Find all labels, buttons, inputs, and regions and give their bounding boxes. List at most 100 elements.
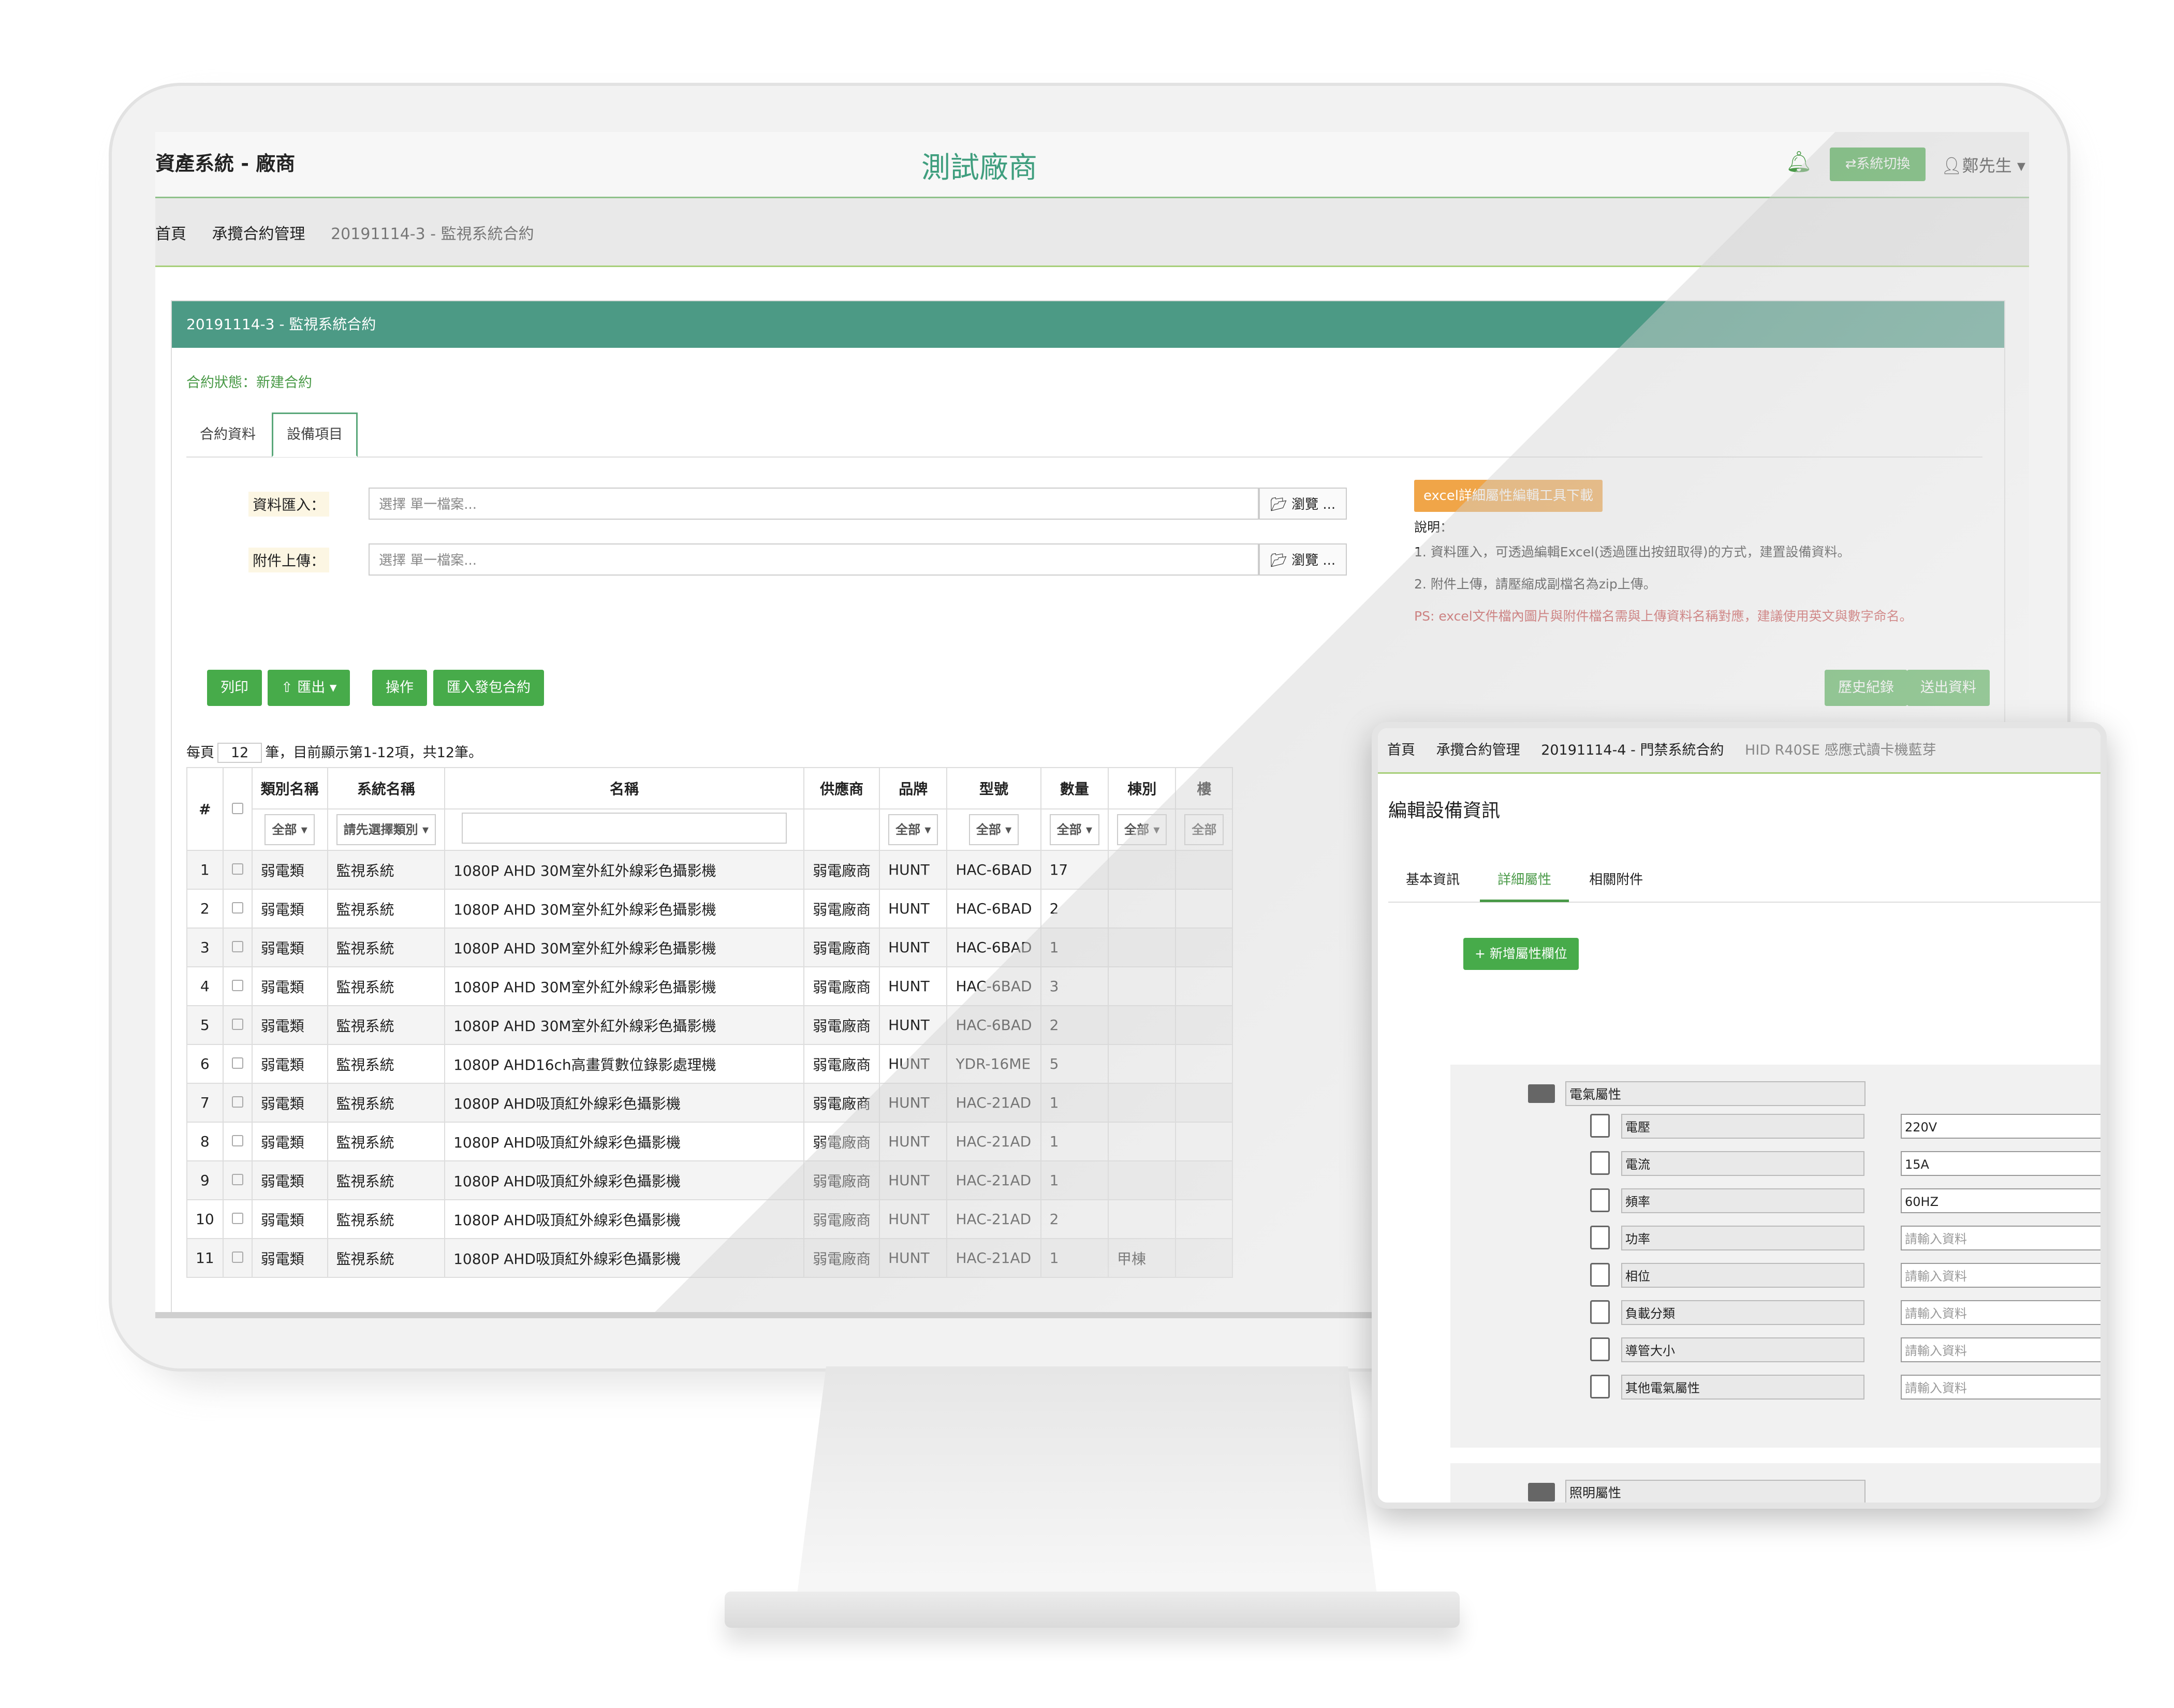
attribute-value-field[interactable]: 請輸入資料 — [1901, 1375, 2100, 1400]
table-row[interactable]: 1 弱電類 監視系統 1080P AHD 30M室外紅外線彩色攝影機 弱電廠商 HUNT H… — [186, 850, 1233, 890]
table-row[interactable]: 11 弱電類 監視系統 1080P AHD吸頂紅外線彩色攝影機 弱電廠商 HUNT HAC-… — [186, 1238, 1233, 1278]
attach-browse-button[interactable]: 📂︎ 瀏覽 ... — [1259, 543, 1347, 576]
cell-system: 監視系統 — [327, 1083, 446, 1123]
cell-select — [222, 889, 253, 929]
cell-floor — [1175, 927, 1233, 967]
overlay-breadcrumb-contracts[interactable]: 承攬合約管理 — [1436, 742, 1520, 758]
attribute-name-field[interactable]: 導管大小 — [1621, 1337, 1864, 1362]
row-checkbox[interactable] — [231, 1096, 243, 1108]
import-browse-button[interactable]: 📂︎ 瀏覽 ... — [1259, 488, 1347, 520]
attribute-name-field[interactable]: 負載分類 — [1621, 1300, 1864, 1325]
attribute-name-field[interactable]: 電流 — [1621, 1151, 1864, 1176]
export-button[interactable]: ⇧ 匯出 ▾ — [268, 670, 350, 706]
col-category[interactable]: 類別名稱 — [251, 767, 328, 809]
col-model[interactable]: 型號 — [946, 767, 1041, 809]
building-filter[interactable]: 全部 ▾ — [1117, 814, 1167, 845]
floor-filter[interactable]: 全部 — [1184, 814, 1224, 845]
attach-file-input[interactable]: 選擇 單一檔案... — [369, 543, 1259, 576]
table-row[interactable]: 7 弱電類 監視系統 1080P AHD吸頂紅外線彩色攝影機 弱電廠商 HUNT HAC-2… — [186, 1083, 1233, 1123]
tab-detail-attrs[interactable]: 詳細屬性 — [1480, 860, 1569, 902]
attribute-name-field[interactable]: 其他電氣屬性 — [1621, 1375, 1864, 1400]
attribute-value-field[interactable]: 請輸入資料 — [1901, 1300, 2100, 1325]
overlay-breadcrumb-home[interactable]: 首頁 — [1387, 742, 1415, 758]
overlay-breadcrumb-contract[interactable]: 20191114-4 - 門禁系統合約 — [1541, 742, 1724, 758]
breadcrumb-home[interactable]: 首頁 — [155, 225, 186, 243]
attribute-name-field[interactable]: 頻率 — [1621, 1188, 1864, 1213]
table-row[interactable]: 4 弱電類 監視系統 1080P AHD 30M室外紅外線彩色攝影機 弱電廠商 HUNT H… — [186, 966, 1233, 1006]
category-filter[interactable]: 全部 ▾ — [265, 814, 315, 845]
table-row[interactable]: 6 弱電類 監視系統 1080P AHD16ch高畫質數位錄影處理機 弱電廠商 HUNT Y… — [186, 1044, 1233, 1084]
add-attribute-button[interactable]: + 新增屬性欄位 — [1463, 938, 1579, 970]
table-row[interactable]: 10 弱電類 監視系統 1080P AHD吸頂紅外線彩色攝影機 弱電廠商 HUNT HAC-… — [186, 1199, 1233, 1239]
group-name-field[interactable]: 電氣屬性 — [1565, 1081, 1865, 1106]
cell-category: 弱電類 — [251, 1199, 328, 1239]
tab-contract-info[interactable]: 合約資料 — [186, 414, 269, 455]
attribute-value-field[interactable]: 15A — [1901, 1151, 2100, 1176]
import-file-input[interactable]: 選擇 單一檔案... — [369, 488, 1259, 520]
row-checkbox[interactable] — [231, 1135, 243, 1146]
attribute-value-field[interactable]: 請輸入資料 — [1901, 1263, 2100, 1288]
attribute-value-field[interactable]: 請輸入資料 — [1901, 1337, 2100, 1362]
qty-filter[interactable]: 全部 ▾ — [1049, 814, 1099, 845]
row-checkbox[interactable] — [231, 980, 243, 991]
tab-attachments[interactable]: 相關附件 — [1571, 860, 1661, 900]
col-name[interactable]: 名稱 — [444, 767, 805, 809]
cell-supplier: 弱電廠商 — [803, 889, 880, 929]
group-name-field[interactable]: 照明屬性 — [1565, 1480, 1865, 1503]
page-size-input[interactable]: 12 — [217, 743, 262, 763]
select-all-checkbox[interactable] — [231, 802, 243, 814]
user-menu[interactable]: 👤︎鄭先生 ▾ — [1941, 153, 2025, 176]
breadcrumb-contracts[interactable]: 承攬合約管理 — [212, 225, 305, 243]
switch-icon: ⇄ — [1845, 156, 1857, 172]
name-filter-input[interactable] — [462, 812, 787, 844]
operate-button[interactable]: 操作 — [372, 670, 427, 706]
row-checkbox[interactable] — [231, 863, 243, 875]
table-row[interactable]: 8 弱電類 監視系統 1080P AHD吸頂紅外線彩色攝影機 弱電廠商 HUNT HAC-2… — [186, 1122, 1233, 1161]
print-button[interactable]: 列印 — [207, 670, 262, 706]
col-floor[interactable]: 樓 — [1175, 767, 1233, 809]
cell-floor — [1175, 1005, 1233, 1045]
row-checkbox[interactable] — [231, 902, 243, 914]
submit-button[interactable]: 送出資料 — [1907, 670, 1990, 706]
attribute-name-field[interactable]: 電壓 — [1621, 1114, 1864, 1139]
tab-basic-info[interactable]: 基本資訊 — [1388, 860, 1477, 900]
row-checkbox[interactable] — [231, 1019, 243, 1030]
help-title: 說明： — [1414, 520, 1453, 535]
attribute-value-field[interactable]: 60HZ — [1901, 1188, 2100, 1213]
col-brand[interactable]: 品牌 — [879, 767, 948, 809]
row-checkbox[interactable] — [231, 1213, 243, 1224]
model-filter[interactable]: 全部 ▾ — [968, 814, 1019, 845]
cell-building — [1107, 1044, 1177, 1084]
row-checkbox[interactable] — [231, 1174, 243, 1185]
cell-qty: 1 — [1040, 1160, 1109, 1200]
bell-icon[interactable]: 🔔︎ — [1786, 150, 1812, 174]
brand-filter[interactable]: 全部 ▾ — [888, 814, 938, 845]
row-checkbox[interactable] — [231, 941, 243, 952]
cell-qty: 1 — [1040, 1238, 1109, 1278]
col-supplier[interactable]: 供應商 — [803, 767, 880, 809]
attribute-value-field[interactable]: 請輸入資料 — [1901, 1226, 2100, 1250]
cell-system: 監視系統 — [327, 1044, 446, 1084]
col-qty[interactable]: 數量 — [1040, 767, 1109, 809]
cell-floor — [1175, 1199, 1233, 1239]
table-row[interactable]: 3 弱電類 監視系統 1080P AHD 30M室外紅外線彩色攝影機 弱電廠商 HUNT H… — [186, 927, 1233, 967]
row-checkbox[interactable] — [231, 1251, 243, 1263]
system-switch-button[interactable]: ⇄系統切換 — [1830, 148, 1926, 181]
col-system[interactable]: 系統名稱 — [327, 767, 446, 809]
table-row[interactable]: 2 弱電類 監視系統 1080P AHD 30M室外紅外線彩色攝影機 弱電廠商 HUNT H… — [186, 889, 1233, 929]
col-building[interactable]: 棟別 — [1107, 767, 1177, 809]
excel-tool-download-button[interactable]: excel詳細屬性編輯工具下載 — [1414, 480, 1603, 512]
attribute-value-field[interactable]: 220V — [1901, 1114, 2100, 1139]
row-checkbox[interactable] — [231, 1057, 243, 1069]
attribute-name-field[interactable]: 功率 — [1621, 1226, 1864, 1250]
import-contract-button[interactable]: 匯入發包合約 — [433, 670, 544, 706]
table-row[interactable]: 9 弱電類 監視系統 1080P AHD吸頂紅外線彩色攝影機 弱電廠商 HUNT HAC-2… — [186, 1160, 1233, 1200]
document-icon — [1590, 1375, 1610, 1398]
history-button[interactable]: 歷史紀錄 — [1825, 670, 1907, 706]
system-filter[interactable]: 請先選擇類別 ▾ — [336, 814, 436, 845]
tab-equipment[interactable]: 設備項目 — [272, 413, 358, 457]
user-icon: 👤︎ — [1941, 156, 1962, 175]
table-row[interactable]: 5 弱電類 監視系統 1080P AHD 30M室外紅外線彩色攝影機 弱電廠商 HUNT H… — [186, 1005, 1233, 1045]
monitor-stand — [797, 1366, 1377, 1594]
attribute-name-field[interactable]: 相位 — [1621, 1263, 1864, 1288]
